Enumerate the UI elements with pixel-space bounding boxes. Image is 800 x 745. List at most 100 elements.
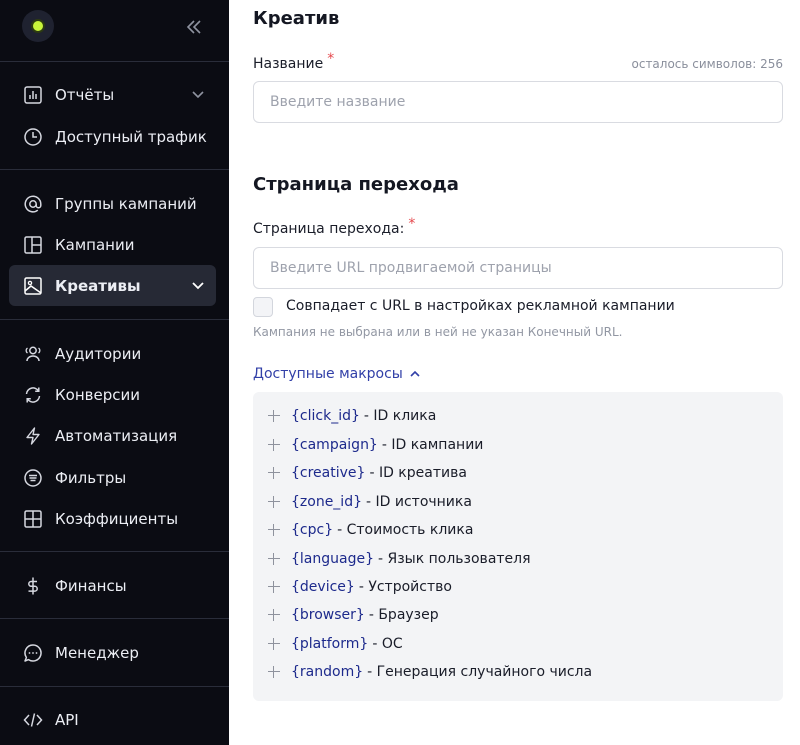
macro-code: {click_id} [291,408,360,424]
main-content: Креатив Название * осталось символов: 256… [229,0,800,745]
sidebar-item-creatives[interactable]: Креативы [9,265,216,306]
name-field-label: Название * [253,51,334,72]
plus-icon[interactable] [267,665,281,679]
divider [0,618,229,619]
name-label-text: Название [253,56,324,72]
macro-description: - Устройство [358,579,452,595]
macro-item[interactable]: {click_id} - ID клика [267,405,436,427]
plus-icon[interactable] [267,580,281,594]
sidebar-item-campaign-groups[interactable]: Группы кампаний [9,183,216,224]
plus-icon[interactable] [267,438,281,452]
macro-description: - Стоимость клика [337,522,474,538]
section-title-creative: Креатив [253,8,340,29]
sidebar-item-campaigns[interactable]: Кампании [9,224,216,265]
divider [0,319,229,320]
plus-icon[interactable] [267,552,281,566]
sidebar-item-label: Доступный трафик [55,127,207,146]
sidebar-item-coefficients[interactable]: Коэффициенты [9,498,216,539]
refresh-icon [23,385,43,405]
at-sign-icon [23,194,43,214]
macro-item[interactable]: {platform} - ОС [267,633,403,655]
section-title-landing-page: Страница перехода [253,174,459,195]
sidebar-item-api[interactable]: API [9,699,216,740]
macro-item[interactable]: {campaign} - ID кампании [267,434,483,456]
sidebar-item-manager[interactable]: Менеджер [9,632,216,673]
sidebar-item-filters[interactable]: Фильтры [9,457,216,498]
required-mark: * [408,216,416,232]
macro-description: - ОС [372,636,403,652]
sidebar-item-label: Креативы [55,276,141,295]
grid-icon [23,509,43,529]
macro-item[interactable]: {browser} - Браузер [267,604,439,626]
match-campaign-url-checkbox[interactable] [253,297,273,317]
plus-icon[interactable] [267,409,281,423]
sidebar-item-automation[interactable]: Автоматизация [9,415,216,456]
macro-code: {cpc} [291,522,334,538]
macro-item[interactable]: {language} - Язык пользователя [267,548,531,570]
chevron-down-icon[interactable] [190,86,206,102]
macro-description: - Генерация случайного числа [367,664,593,680]
sidebar-item-reports[interactable]: Отчёты [9,74,216,115]
plus-icon[interactable] [267,466,281,480]
match-campaign-url-label[interactable]: Совпадает с URL в настройках рекламной к… [286,298,675,314]
required-mark: * [327,51,335,67]
landing-url-input[interactable] [253,247,783,289]
chevron-up-icon [410,370,420,377]
campaign-url-hint: Кампания не выбрана или в ней не указан … [253,325,623,339]
plus-icon[interactable] [267,495,281,509]
macro-code: {zone_id} [291,494,362,510]
bar-chart-icon [23,85,43,105]
sidebar-item-finance[interactable]: Финансы [9,565,216,606]
macro-item[interactable]: {creative} - ID креатива [267,462,467,484]
sidebar-item-label: Коэффициенты [55,509,179,528]
macro-item[interactable]: {random} - Генерация случайного числа [267,661,592,683]
sidebar-item-label: API [55,710,79,729]
app-logo[interactable] [22,10,54,42]
macro-code: {language} [291,551,374,567]
plus-icon[interactable] [267,523,281,537]
sidebar-item-label: Фильтры [55,468,127,487]
macro-item[interactable]: {device} - Устройство [267,576,452,598]
macro-description: - ID источника [366,494,472,510]
macros-toggle[interactable]: Доступные макросы [253,366,421,382]
sidebar: Отчёты Доступный трафик Группы кампаний … [0,0,229,745]
filter-list-icon [23,468,43,488]
macro-code: {creative} [291,465,366,481]
sidebar-item-label: Менеджер [55,643,139,662]
macro-code: {platform} [291,636,369,652]
macro-description: - Язык пользователя [378,551,531,567]
sidebar-item-label: Аудитории [55,344,142,363]
divider [0,61,229,62]
clock-icon [23,127,43,147]
macro-description: - Браузер [368,607,439,623]
sidebar-item-available-traffic[interactable]: Доступный трафик [9,116,216,157]
users-icon [23,344,43,364]
macros-panel: {click_id} - ID клика {campaign} - ID камп… [253,392,783,701]
sidebar-item-audiences[interactable]: Аудитории [9,333,216,374]
sidebar-item-label: Финансы [55,576,127,595]
code-icon [23,710,43,730]
macro-code: {device} [291,579,355,595]
name-input[interactable] [253,81,783,123]
plus-icon[interactable] [267,637,281,651]
macros-toggle-label: Доступные макросы [253,366,403,382]
macro-code: {browser} [291,607,365,623]
macro-description: - ID клика [363,408,437,424]
dollar-icon [23,576,43,596]
macro-item[interactable]: {cpc} - Стоимость клика [267,519,473,541]
sidebar-item-conversions[interactable]: Конверсии [9,374,216,415]
sidebar-item-label: Автоматизация [55,426,178,445]
lightning-icon [23,426,43,446]
macro-item[interactable]: {zone_id} - ID источника [267,491,472,513]
divider [0,686,229,687]
chars-left-counter: осталось символов: 256 [631,57,784,71]
macro-description: - ID креатива [369,465,467,481]
macro-description: - ID кампании [381,437,484,453]
sidebar-item-label: Конверсии [55,385,140,404]
chevron-down-icon[interactable] [190,277,206,293]
double-chevron-left-icon[interactable] [183,16,205,38]
sidebar-item-label: Отчёты [55,85,115,104]
macro-code: {random} [291,664,364,680]
plus-icon[interactable] [267,608,281,622]
layout-icon [23,235,43,255]
